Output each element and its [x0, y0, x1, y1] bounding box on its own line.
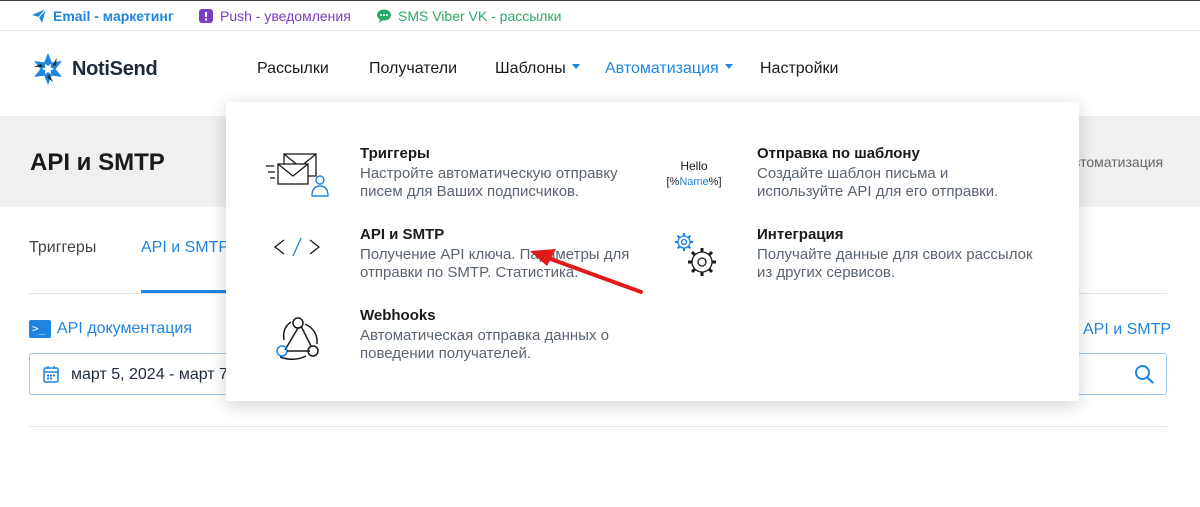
dropdown-item-title: API и SMTP [360, 226, 445, 243]
push-notifications-link[interactable]: Push - уведомления [198, 8, 351, 24]
dropdown-item-integration[interactable]: Интеграция Получайте данные для своих ра… [757, 226, 1033, 282]
hello-text: Hello [680, 159, 708, 173]
dropdown-item-desc: Получайте данные для своих рассылок [757, 246, 1033, 263]
logo-text: NotiSend [72, 57, 158, 80]
dropdown-item-title: Триггеры [360, 145, 430, 162]
active-tab-indicator [141, 290, 231, 293]
chat-bubble-icon [377, 9, 391, 23]
dropdown-item-desc: используйте API для его отправки. [757, 183, 999, 200]
nav-item-recipients[interactable]: Получатели [369, 60, 457, 78]
name-placeholder: [%Name%] [658, 176, 730, 188]
email-marketing-link[interactable]: Email - маркетинг [31, 8, 174, 24]
dropdown-item-triggers[interactable]: Триггеры Настройте автоматическую отправ… [360, 145, 618, 201]
product-switcher-bar: Email - маркетинг Push - уведомления SMS… [0, 0, 1200, 31]
sms-viber-vk-label: SMS Viber VK - рассылки [398, 8, 562, 24]
notisend-logo[interactable]: NotiSend [30, 51, 158, 87]
dropdown-item-title: Отправка по шаблону [757, 145, 920, 162]
calendar-icon [43, 366, 59, 383]
code-icon [273, 237, 321, 257]
nav-item-automation[interactable]: Автоматизация [605, 60, 733, 78]
nav-item-mailings[interactable]: Рассылки [257, 60, 329, 78]
api-smtp-link[interactable]: API и SMTP [1083, 321, 1171, 339]
placeholder-name: Name [679, 176, 709, 188]
nav-templates-label: Шаблоны [495, 60, 566, 77]
search-icon[interactable] [1134, 364, 1154, 384]
api-documentation-link[interactable]: >_ API документация [29, 320, 192, 338]
push-icon [199, 9, 213, 23]
date-range-value: март 5, 2024 - март 7, [71, 366, 233, 383]
api-documentation-label: API документация [57, 320, 193, 337]
dropdown-item-desc: отправки по SMTP. Статистика. [360, 264, 579, 281]
dropdown-item-desc: поведении получателей. [360, 345, 531, 362]
content-divider [29, 426, 1167, 427]
notisend-logo-icon [34, 53, 62, 85]
chevron-down-icon [724, 64, 733, 70]
push-notifications-label: Push - уведомления [220, 8, 351, 24]
terminal-icon: >_ [29, 320, 51, 338]
gears-icon [675, 233, 716, 276]
breadcrumb[interactable]: втоматизация [1073, 154, 1163, 170]
dropdown-item-title: Интеграция [757, 226, 844, 243]
paper-plane-icon [32, 8, 47, 23]
dropdown-item-desc: из других сервисов. [757, 264, 896, 281]
dropdown-item-desc: писем для Ваших подписчиков. [360, 183, 580, 200]
tab-api-smtp[interactable]: API и SMTP [141, 239, 229, 257]
dropdown-item-template-send[interactable]: Отправка по шаблону Создайте шаблон пись… [757, 145, 998, 201]
dropdown-item-api-smtp[interactable]: API и SMTP Получение API ключа. Параметр… [360, 226, 629, 282]
dropdown-item-webhooks[interactable]: Webhooks Автоматическая отправка данных … [360, 307, 609, 363]
email-marketing-label: Email - маркетинг [53, 8, 174, 24]
nav-item-settings[interactable]: Настройки [760, 60, 838, 78]
sms-viber-vk-link[interactable]: SMS Viber VK - рассылки [376, 8, 561, 24]
dropdown-item-title: Webhooks [360, 307, 436, 324]
mail-user-icon [266, 153, 329, 197]
dropdown-item-desc: Автоматическая отправка данных о [360, 327, 609, 344]
chevron-down-icon [571, 64, 580, 70]
page-title: API и SMTP [30, 149, 165, 176]
dropdown-item-desc: Получение API ключа. Параметры для [360, 246, 630, 263]
dropdown-item-desc: Создайте шаблон письма и [757, 165, 949, 182]
tab-triggers[interactable]: Триггеры [29, 239, 96, 257]
nav-item-templates[interactable]: Шаблоны [495, 60, 580, 78]
nav-automation-label: Автоматизация [605, 60, 719, 77]
automation-dropdown-menu: Триггеры Настройте автоматическую отправ… [226, 102, 1079, 401]
webhook-icon [276, 317, 319, 360]
placeholder-prefix: [% [666, 176, 680, 188]
template-icon: Hello [%Name%] [658, 159, 730, 188]
dropdown-item-desc: Настройте автоматическую отправку [360, 165, 618, 182]
placeholder-suffix: %] [708, 176, 722, 188]
